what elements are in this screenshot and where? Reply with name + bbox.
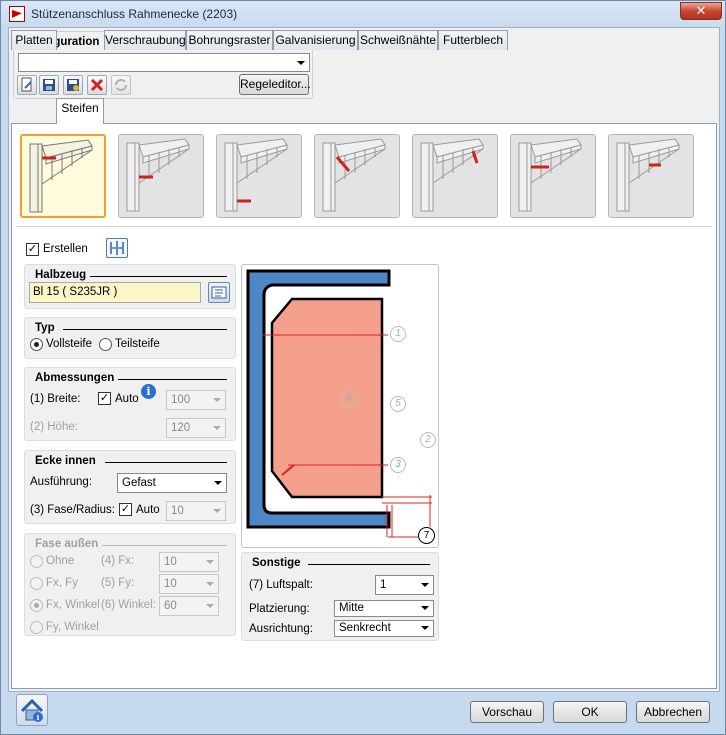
hoehe-label: (2) Höhe: — [30, 421, 78, 433]
fase-aussen-group: Fase außen Ohne Fx, Fy Fx, Winkel Fy, Wi… — [24, 533, 236, 636]
help-icon[interactable]: i — [16, 694, 48, 726]
abmessungen-title: Abmessungen — [35, 372, 119, 384]
info-icon[interactable]: i — [141, 384, 156, 399]
fase-aussen-title: Fase außen — [35, 538, 103, 550]
ohne-radio[interactable] — [30, 555, 43, 568]
tab-panel-steifen: ✓ Erstellen Halbzeug Bl 15 ( S235JR ) Ty… — [11, 123, 717, 689]
breite-select[interactable]: 100 — [166, 390, 226, 410]
luftspalt-select[interactable]: 1 — [375, 575, 434, 595]
platzierung-label: Platzierung: — [249, 603, 310, 615]
platzierung-select[interactable]: Mitte — [334, 600, 434, 617]
tab-bohrungsraster[interactable]: Bohrungsraster — [186, 30, 273, 50]
symmetry-icon[interactable] — [106, 238, 128, 258]
ok-button[interactable]: OK — [553, 701, 627, 723]
ausrichtung-label: Ausrichtung: — [249, 623, 313, 635]
teilsteife-radio[interactable] — [99, 338, 112, 351]
diagram-label-5: 5 — [390, 396, 406, 412]
catalog-icon[interactable] — [208, 282, 230, 303]
dialog-footer: i Vorschau OK Abbrechen — [1, 692, 725, 734]
winkel-select[interactable]: 60 — [159, 596, 219, 616]
variant-7[interactable] — [608, 134, 694, 218]
halbzeug-title: Halbzeug — [35, 269, 91, 281]
regeleditor-button[interactable]: Regeleditor... — [239, 74, 311, 95]
refresh-icon[interactable] — [111, 75, 131, 95]
close-button[interactable]: ✕ — [680, 2, 722, 20]
halbzeug-field[interactable]: Bl 15 ( S235JR ) — [29, 282, 201, 303]
stiffener-plate — [270, 297, 384, 499]
ohne-label: Ohne — [46, 555, 75, 567]
ecke-innen-title: Ecke innen — [35, 455, 100, 467]
typ-title: Typ — [35, 322, 59, 334]
sonstige-group: Sonstige (7) Luftspalt: 1 Platzierung: M… — [241, 552, 439, 641]
fx-winkel-radio[interactable] — [30, 599, 43, 612]
fase-radius-label: (3) Fase/Radius: — [30, 504, 116, 516]
typ-group: Typ Vollsteife Teilsteife — [24, 317, 236, 359]
diagram-label-7: 7 — [418, 527, 435, 544]
window-title: Stützenanschluss Rahmenecke (2203) — [31, 7, 238, 21]
ecke-innen-group: Ecke innen Ausführung: Gefast (3) Fase/R… — [24, 450, 236, 524]
save-as-icon[interactable] — [63, 75, 83, 95]
breite-auto-checkbox[interactable]: ✓ — [98, 392, 111, 405]
winkel-label: (6) Winkel: — [101, 599, 156, 611]
halbzeug-group: Halbzeug Bl 15 ( S235JR ) — [24, 264, 236, 309]
fy-winkel-label: Fy, Winkel — [46, 621, 99, 633]
variant-5[interactable] — [412, 134, 498, 218]
sonstige-title: Sonstige — [252, 557, 305, 569]
delete-icon[interactable] — [87, 75, 107, 95]
ausfuehrung-select[interactable]: Gefast — [117, 473, 227, 493]
abmessungen-group: Abmessungen (1) Breite: ✓ Auto i 100 (2)… — [24, 367, 236, 441]
diagram-label-3: 3 — [390, 457, 406, 473]
new-icon[interactable] — [17, 75, 37, 95]
app-icon — [9, 6, 25, 22]
teilsteife-label: Teilsteife — [115, 338, 160, 350]
fx-select[interactable]: 10 — [159, 552, 219, 572]
fy-winkel-radio[interactable] — [30, 621, 43, 634]
stiffener-diagram: 1 2 3 5 6 7 — [241, 264, 439, 548]
variant-1[interactable] — [20, 134, 106, 218]
variant-3[interactable] — [216, 134, 302, 218]
fx-fy-label: Fx, Fy — [46, 577, 78, 589]
fx-winkel-label: Fx, Winkel — [46, 599, 100, 611]
tab-platten[interactable]: Platten — [11, 30, 57, 50]
diagram-label-2: 2 — [420, 432, 436, 448]
save-icon[interactable] — [39, 75, 59, 95]
vollsteife-radio[interactable] — [30, 338, 43, 351]
svg-text:i: i — [37, 713, 40, 722]
breite-label: (1) Breite: — [30, 393, 81, 405]
fase-select[interactable]: 10 — [166, 501, 226, 521]
erstellen-label: Erstellen — [43, 243, 88, 255]
vollsteife-label: Vollsteife — [46, 338, 93, 350]
dialog-content: Konfiguration Regeleditor... Platten Ste… — [8, 27, 720, 692]
hoehe-select[interactable]: 120 — [166, 418, 226, 438]
breite-auto-label: Auto — [115, 393, 139, 405]
fx-label: (4) Fx: — [101, 555, 135, 567]
variant-2[interactable] — [118, 134, 204, 218]
title-bar[interactable]: Stützenanschluss Rahmenecke (2203) ✕ — [1, 1, 725, 27]
fx-fy-radio[interactable] — [30, 577, 43, 590]
tab-verschraubung[interactable]: Verschraubung — [104, 30, 186, 50]
tab-steifen[interactable]: Steifen — [56, 98, 104, 124]
diagram-label-1: 1 — [390, 326, 406, 342]
tab-galvanisierung[interactable]: Galvanisierung — [273, 30, 358, 50]
tab-futterblech[interactable]: Futterblech — [438, 30, 508, 50]
ausfuehrung-label: Ausführung: — [30, 476, 93, 488]
erstellen-checkbox[interactable]: ✓ — [26, 243, 39, 256]
konfiguration-select[interactable] — [18, 53, 310, 72]
fy-select[interactable]: 10 — [159, 574, 219, 594]
ausrichtung-select[interactable]: Senkrecht — [334, 620, 434, 637]
vorschau-button[interactable]: Vorschau — [470, 701, 544, 723]
tab-schweissnaehte[interactable]: Schweißnähte — [358, 30, 438, 50]
luftspalt-label: (7) Luftspalt: — [249, 579, 313, 591]
fase-auto-label: Auto — [136, 504, 160, 516]
variant-6[interactable] — [510, 134, 596, 218]
dialog-window: Stützenanschluss Rahmenecke (2203) ✕ Kon… — [0, 0, 726, 735]
fy-label: (5) Fy: — [101, 577, 135, 589]
diagram-label-6: 6 — [341, 391, 357, 407]
variant-4[interactable] — [314, 134, 400, 218]
fase-auto-checkbox[interactable]: ✓ — [119, 503, 132, 516]
abbrechen-button[interactable]: Abbrechen — [636, 701, 710, 723]
